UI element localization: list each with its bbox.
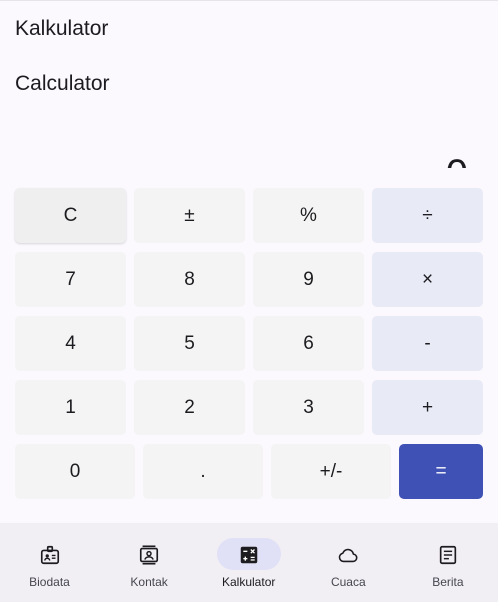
digit-8-button[interactable]: 8 xyxy=(134,252,245,307)
digit-2-button[interactable]: 2 xyxy=(134,380,245,435)
app-title: Kalkulator xyxy=(15,17,109,40)
cloud-icon xyxy=(339,548,358,563)
nav-label: Kalkulator xyxy=(222,575,276,589)
nav-item-kontak[interactable]: Kontak xyxy=(100,523,199,602)
divide-button[interactable]: ÷ xyxy=(372,188,483,243)
decimal-button[interactable]: . xyxy=(143,444,263,499)
calculator-icon xyxy=(240,546,257,564)
toggle-sign-button[interactable]: +/- xyxy=(271,444,391,499)
nav-item-kalkulator[interactable]: Kalkulator xyxy=(199,523,298,602)
nav-label: Biodata xyxy=(29,575,70,589)
add-button[interactable]: + xyxy=(372,380,483,435)
contact-icon xyxy=(140,545,159,565)
nav-item-biodata[interactable]: Biodata xyxy=(0,523,99,602)
digit-1-button[interactable]: 1 xyxy=(15,380,126,435)
clear-button[interactable]: C xyxy=(15,188,126,243)
nav-label: Berita xyxy=(432,575,464,589)
digit-7-button[interactable]: 7 xyxy=(15,252,126,307)
app-bar: Kalkulator xyxy=(0,0,498,56)
equals-button[interactable]: = xyxy=(399,444,483,499)
result-display: 0 xyxy=(168,146,468,168)
percent-button[interactable]: % xyxy=(253,188,364,243)
digit-4-button[interactable]: 4 xyxy=(15,316,126,371)
page-title: Calculator xyxy=(15,72,110,95)
digit-0-button[interactable]: 0 xyxy=(15,444,135,499)
digit-9-button[interactable]: 9 xyxy=(253,252,364,307)
digit-5-button[interactable]: 5 xyxy=(134,316,245,371)
subtract-button[interactable]: - xyxy=(372,316,483,371)
digit-6-button[interactable]: 6 xyxy=(253,316,364,371)
plus-minus-button[interactable]: ± xyxy=(134,188,245,243)
display-value: 0 xyxy=(446,154,468,168)
calculator-app: Kalkulator Calculator 0 C ± % ÷ 7 8 9 × … xyxy=(0,0,498,602)
nav-item-berita[interactable]: Berita xyxy=(398,523,497,602)
nav-item-cuaca[interactable]: Cuaca xyxy=(299,523,398,602)
nav-label: Kontak xyxy=(130,575,168,589)
bottom-navigation: Biodata Kontak Kalkulator Cuaca Berita xyxy=(0,523,498,602)
digit-3-button[interactable]: 3 xyxy=(253,380,364,435)
nav-label: Cuaca xyxy=(330,575,366,589)
news-icon xyxy=(439,545,457,565)
multiply-button[interactable]: × xyxy=(372,252,483,307)
badge-icon xyxy=(40,545,59,565)
